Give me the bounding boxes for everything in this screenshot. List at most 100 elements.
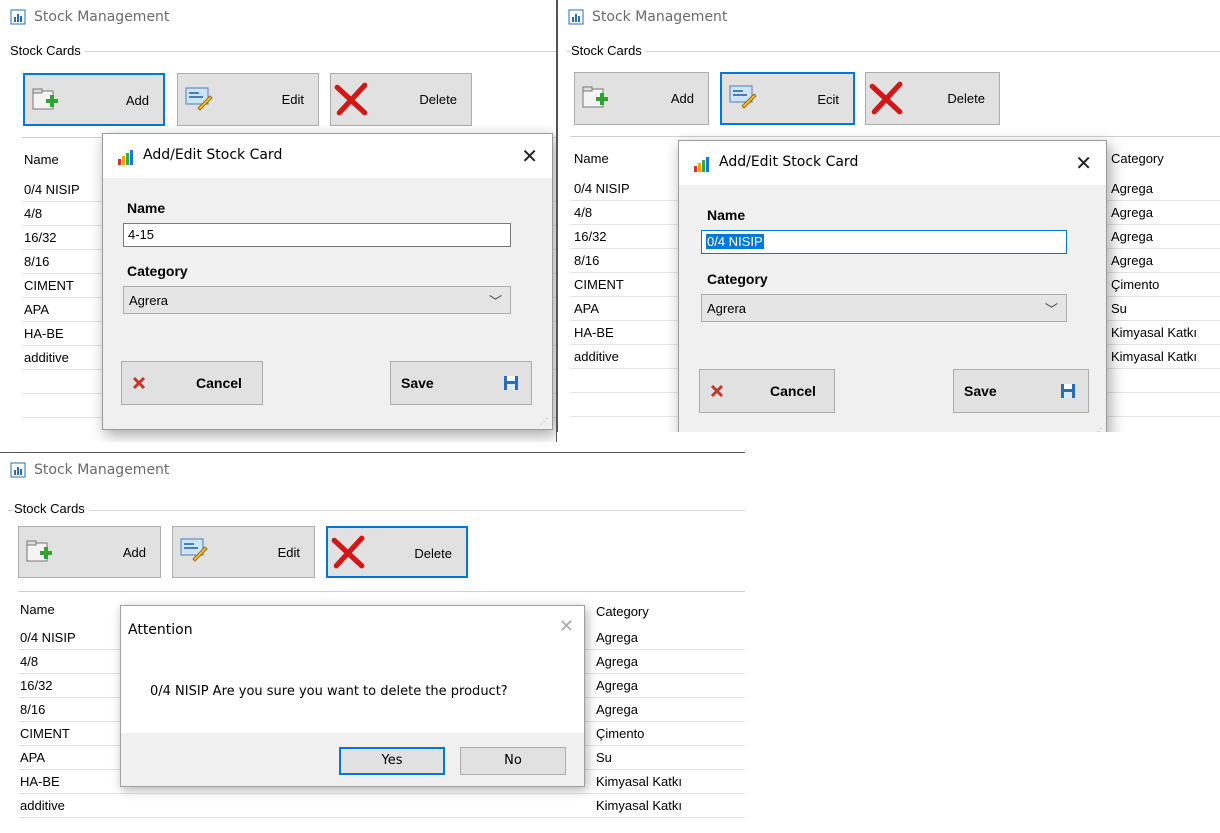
close-icon[interactable]: ✕: [521, 144, 538, 168]
folder-add-icon: [582, 86, 608, 108]
window-titlebar: Stock Management: [0, 0, 556, 34]
cell-category: Agrega: [1111, 205, 1153, 220]
resize-grip[interactable]: ⋰: [540, 417, 549, 426]
window-titlebar: Stock Management: [558, 0, 1220, 34]
cell-name: HA-BE: [20, 774, 60, 789]
name-label: Name: [707, 207, 746, 223]
cell-name: 4/8: [574, 205, 593, 220]
chevron-down-icon: ﹀: [488, 294, 502, 309]
table-row[interactable]: additive Kimyasal Katkı: [18, 794, 745, 818]
delete-button[interactable]: Delete: [330, 73, 472, 126]
red-x-icon: [334, 82, 368, 116]
save-button[interactable]: Save: [390, 361, 532, 405]
cell-name: HA-BE: [24, 326, 64, 341]
red-x-icon: [869, 81, 903, 115]
app-icon: [568, 9, 584, 25]
delete-button[interactable]: Delete: [865, 72, 1000, 125]
name-field[interactable]: 0/4 NISIP: [701, 230, 1067, 254]
close-icon[interactable]: ✕: [559, 616, 574, 637]
confirm-message: 0/4 NISIP Are you sure you want to delet…: [150, 684, 508, 699]
confirm-dialog: Attention ✕ 0/4 NISIP Are you sure you w…: [120, 605, 585, 787]
cell-name: 8/16: [20, 702, 46, 717]
edit-card-icon: [180, 538, 208, 562]
cancel-button[interactable]: Cancel: [699, 369, 835, 413]
no-button[interactable]: No: [460, 747, 566, 775]
cell-category: Kimyasal Katkı: [596, 774, 682, 789]
floppy-disk-icon: [504, 376, 518, 390]
delete-button[interactable]: Delete: [326, 526, 468, 578]
category-label: Category: [707, 271, 768, 287]
window-title: Stock Management: [34, 9, 170, 25]
cell-name: 0/4 NISIP: [24, 182, 80, 197]
add-button[interactable]: Add: [574, 72, 709, 125]
cell-category: Agrega: [596, 702, 638, 717]
add-button[interactable]: Add: [18, 526, 161, 578]
chevron-down-icon: ﹀: [1044, 302, 1058, 317]
cell-category: Su: [596, 750, 612, 765]
cell-name: 8/16: [574, 253, 600, 268]
delete-button-label: Delete: [419, 92, 457, 107]
dialog-title: Add/Edit Stock Card: [143, 147, 283, 163]
cell-name: 16/32: [24, 230, 57, 245]
edit-button-label: Ecit: [817, 92, 839, 107]
cell-name: APA: [574, 301, 600, 316]
edit-button[interactable]: Edit: [177, 73, 319, 126]
category-select[interactable]: Agrera ﹀: [701, 294, 1067, 322]
red-x-icon: [331, 535, 365, 569]
cell-name: APA: [20, 750, 46, 765]
resize-grip[interactable]: ⋰: [1094, 427, 1103, 432]
dialog-titlebar: Add/Edit Stock Card ✕: [679, 141, 1106, 185]
edit-button[interactable]: Edit: [172, 526, 315, 578]
cell-name: 0/4 NISIP: [20, 630, 76, 645]
edit-card-icon: [729, 85, 757, 109]
add-button[interactable]: Add: [23, 73, 165, 126]
group-label: Stock Cards: [571, 43, 646, 58]
cell-category: Agrega: [1111, 181, 1153, 196]
app-icon: [10, 462, 26, 478]
add-button-label: Add: [125, 93, 149, 108]
cell-category: Agrega: [596, 630, 638, 645]
group-label: Stock Cards: [10, 43, 85, 58]
floppy-disk-icon: [1061, 384, 1075, 398]
add-button-label: Add: [122, 545, 146, 560]
column-header-category: Category: [596, 604, 649, 619]
yes-button[interactable]: Yes: [339, 747, 445, 775]
name-field[interactable]: 4-15: [123, 223, 511, 247]
bar-chart-icon: [694, 157, 709, 172]
category-select-value: Agrera: [707, 301, 747, 316]
delete-button-label: Delete: [414, 546, 452, 561]
confirm-footer: Yes No: [121, 733, 584, 786]
edit-button[interactable]: Ecit: [720, 72, 855, 125]
category-label: Category: [127, 263, 188, 279]
folder-add-icon: [26, 540, 52, 562]
group-divider: [8, 510, 745, 511]
folder-add-icon: [32, 88, 58, 110]
save-button-label: Save: [964, 383, 997, 399]
cell-category: Agrega: [596, 654, 638, 669]
column-header-name: Name: [20, 602, 55, 617]
edit-card-icon: [185, 87, 213, 111]
column-header-name: Name: [24, 152, 59, 167]
window-titlebar: Stock Management: [0, 453, 745, 487]
cell-category: Çimento: [1111, 277, 1160, 292]
cell-category: Su: [1111, 301, 1127, 316]
save-button[interactable]: Save: [953, 369, 1089, 413]
delete-button-label: Delete: [947, 91, 985, 106]
cancel-button-label: Cancel: [770, 383, 816, 399]
confirm-title: Attention: [128, 622, 193, 638]
cancel-button[interactable]: Cancel: [121, 361, 263, 405]
column-header-category: Category: [1111, 151, 1164, 166]
close-icon[interactable]: ✕: [1075, 151, 1092, 175]
name-label: Name: [127, 200, 166, 216]
cell-name: HA-BE: [574, 325, 614, 340]
dialog-titlebar: Add/Edit Stock Card ✕: [103, 134, 552, 178]
cell-name: CIMENT: [20, 726, 70, 741]
cell-category: Agrega: [596, 678, 638, 693]
cell-name: CIMENT: [24, 278, 74, 293]
window-title: Stock Management: [592, 9, 728, 25]
cell-name: additive: [20, 798, 65, 813]
category-select[interactable]: Agrera ﹀: [123, 286, 511, 314]
cell-name: 16/32: [20, 678, 53, 693]
group-label: Stock Cards: [14, 501, 89, 516]
cell-name: additive: [24, 350, 69, 365]
